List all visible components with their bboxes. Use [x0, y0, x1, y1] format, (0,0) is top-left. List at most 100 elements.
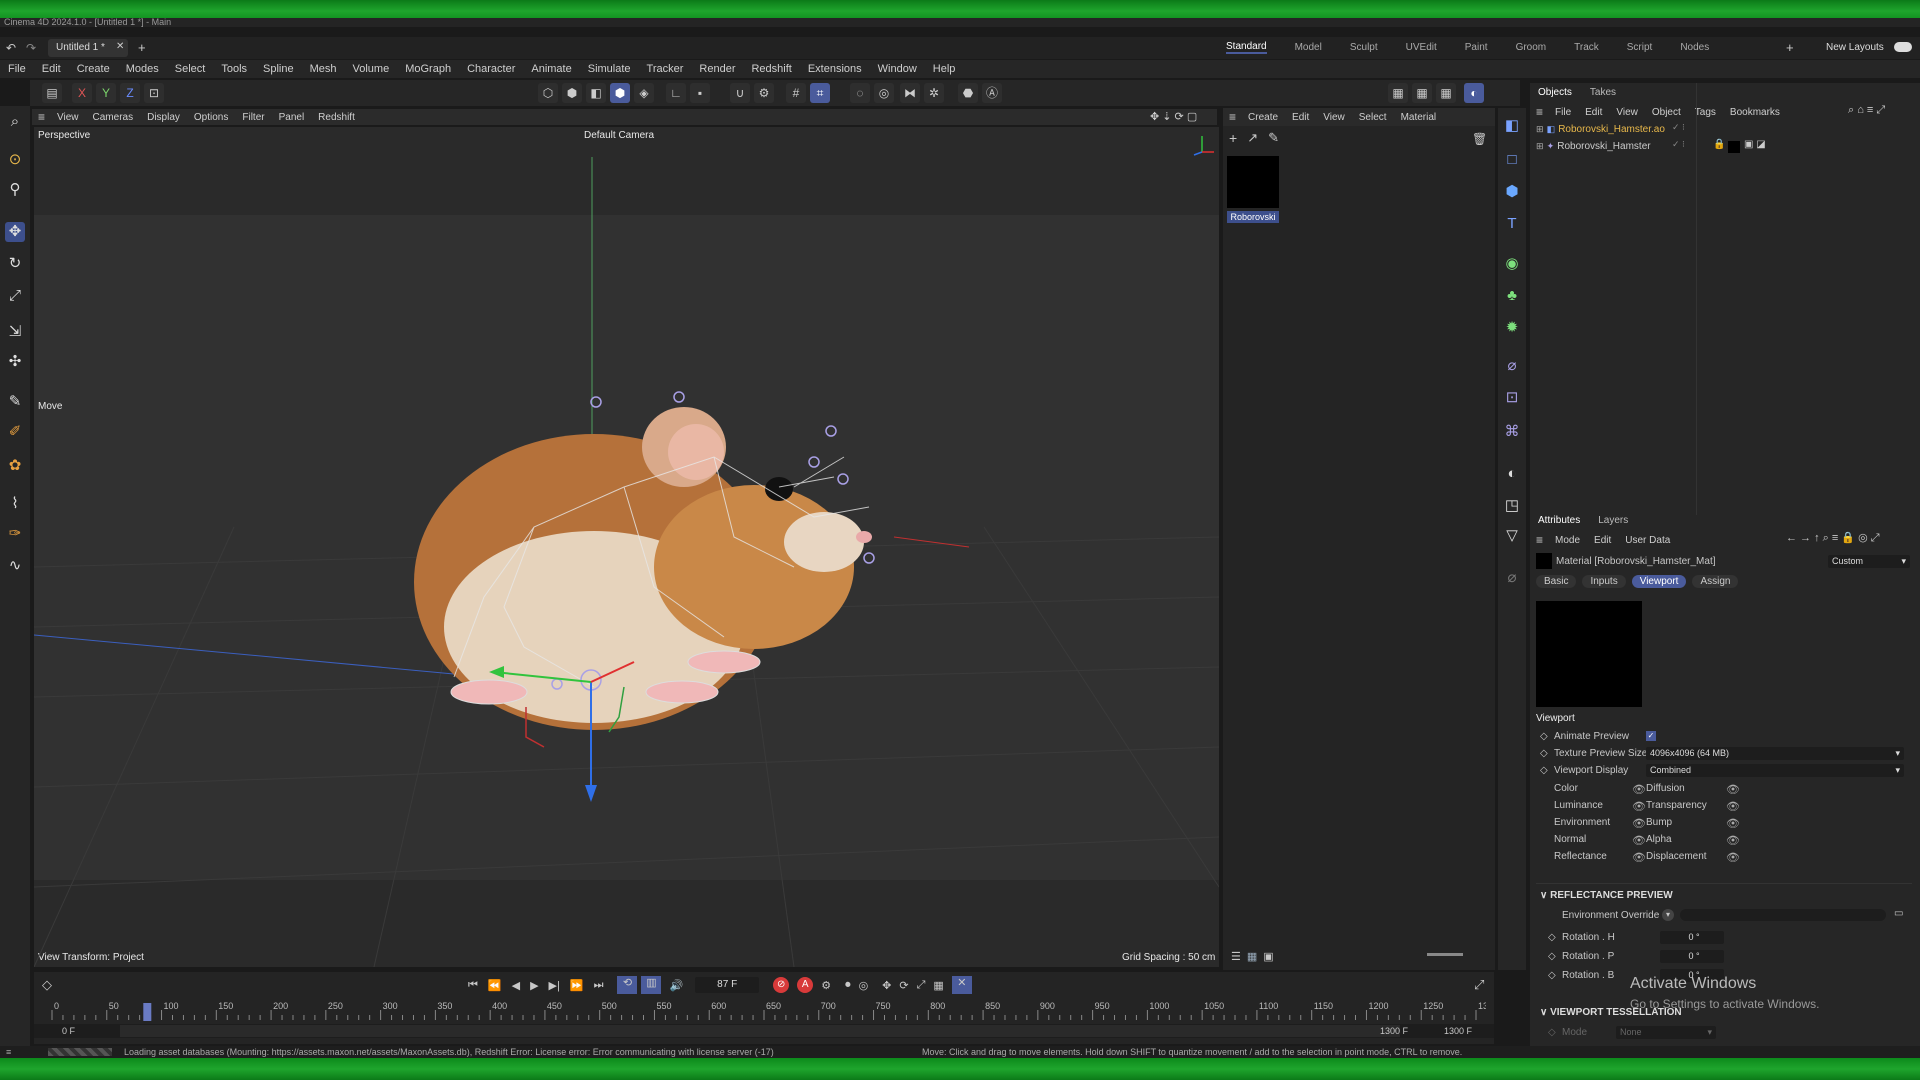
layout-toggle[interactable] — [1894, 42, 1912, 52]
viewport-3d[interactable]: Perspective Default Camera Move View Tra… — [34, 127, 1219, 967]
pla-key-icon[interactable]: ✕ — [951, 976, 972, 994]
folder-icon[interactable]: ▭ — [1894, 908, 1903, 919]
animate-preview-checkbox[interactable]: ✓ — [1646, 731, 1656, 741]
render-settings-icon[interactable]: ▦ — [1436, 83, 1456, 103]
viewport-menu-item-view[interactable]: View — [57, 112, 79, 123]
material-tag[interactable] — [1728, 141, 1740, 153]
model-mode-icon[interactable]: ⬢ — [610, 83, 630, 103]
object-row[interactable]: ⊞ ◧ Roborovski_Hamster.ao — [1536, 123, 1716, 137]
next-frame-icon[interactable]: ▶| — [549, 979, 560, 992]
layout-tab-nodes[interactable]: Nodes — [1680, 42, 1709, 53]
paint-icon[interactable]: ✿ — [5, 456, 25, 476]
snap-grid-icon[interactable]: # — [786, 83, 806, 103]
menu-item-tracker[interactable]: Tracker — [647, 63, 684, 75]
tool-settings-icon[interactable]: ✲ — [924, 83, 944, 103]
eye-icon[interactable]: 👁 — [1632, 800, 1646, 813]
new-tab-icon[interactable]: + — [138, 40, 146, 55]
solo-icon[interactable]: ◌ — [850, 83, 870, 103]
eye-icon[interactable]: 👁 — [1726, 851, 1740, 864]
attribute-menu-item-mode[interactable]: Mode — [1555, 535, 1580, 546]
close-tab-icon[interactable]: ✕ — [116, 41, 124, 52]
eye-icon[interactable]: 👁 — [1632, 817, 1646, 830]
object-menu-item-tags[interactable]: Tags — [1695, 107, 1716, 118]
prev-frame-icon[interactable]: ◀ — [512, 979, 520, 992]
render-picture-viewer-icon[interactable]: ▦ — [1412, 83, 1432, 103]
visibility-dots-icon[interactable]: ✓ ⁝ — [1672, 122, 1685, 133]
menu-item-redshift[interactable]: Redshift — [751, 63, 791, 75]
tab-takes[interactable]: Takes — [1590, 87, 1616, 98]
material-menu-item-view[interactable]: View — [1323, 112, 1345, 123]
position-key-icon[interactable]: ✥ — [882, 979, 891, 992]
sculpt-icon[interactable]: ∿ — [5, 556, 25, 576]
diamond-icon[interactable]: ◇ — [1548, 970, 1556, 981]
redshift-ipr-icon[interactable]: ◐ — [1464, 83, 1484, 103]
attribute-nav-icons[interactable]: ← → ↑ ⌕ ≡ 🔒 ◎ ⤢ — [1786, 531, 1880, 545]
render-region-icon[interactable]: ◎ — [874, 83, 894, 103]
object-manager-icon[interactable]: ◧ — [1502, 116, 1522, 136]
material-menu-item-material[interactable]: Material — [1401, 112, 1437, 123]
subtab-basic[interactable]: Basic — [1536, 575, 1577, 588]
environment-override-field[interactable] — [1680, 909, 1886, 921]
scene-icon[interactable]: ◐ — [1502, 464, 1522, 484]
y-axis-button[interactable]: Y — [96, 83, 116, 103]
range-slider[interactable] — [120, 1025, 1400, 1037]
tab-attributes[interactable]: Attributes — [1538, 515, 1580, 526]
diamond-icon[interactable]: ◇ — [1540, 748, 1548, 759]
mode-dropdown[interactable]: None ▾ — [1616, 1026, 1716, 1039]
layout-tab-standard[interactable]: Standard — [1226, 41, 1267, 54]
field-icon[interactable]: ⊡ — [1502, 388, 1522, 408]
viewport-menu-item-redshift[interactable]: Redshift — [318, 112, 355, 123]
move-tool-icon[interactable]: ✥ — [5, 222, 25, 242]
prev-key-icon[interactable]: ⏪ — [488, 979, 502, 992]
menu-item-volume[interactable]: Volume — [353, 63, 390, 75]
points-mode-icon[interactable]: ⬡ — [538, 83, 558, 103]
timeline-graph-icon[interactable]: ⤢ — [1474, 977, 1484, 993]
sound-icon[interactable]: 🔊 — [669, 979, 683, 992]
add-icon[interactable]: + — [1229, 130, 1237, 146]
hamburger-icon[interactable]: ≡ — [38, 110, 45, 124]
material-thumbnail[interactable] — [1227, 156, 1279, 208]
range-end-field[interactable]: 1300 F — [1444, 1026, 1472, 1036]
text-icon[interactable]: T — [1502, 214, 1522, 234]
attribute-menu-item-user-data[interactable]: User Data — [1625, 535, 1670, 546]
eye-icon[interactable]: 👁 — [1632, 851, 1646, 864]
play-icon[interactable]: ▶ — [530, 979, 538, 992]
playhead[interactable] — [143, 1003, 152, 1021]
autokey-icon[interactable]: A — [797, 977, 814, 993]
texture-tag-icon[interactable]: ▣ ◪ — [1744, 139, 1766, 150]
menu-item-simulate[interactable]: Simulate — [588, 63, 631, 75]
undo-icon[interactable]: ↶ — [6, 41, 16, 55]
hamburger-icon[interactable]: ≡ — [1536, 105, 1543, 119]
list-view-icon[interactable]: ☰ — [1231, 950, 1241, 963]
layout-tab-script[interactable]: Script — [1627, 42, 1653, 53]
subtab-assign[interactable]: Assign — [1692, 575, 1739, 588]
render-view-icon[interactable]: ▦ — [1388, 83, 1408, 103]
snap-settings-icon[interactable]: ⚙ — [754, 83, 774, 103]
timeline-ruler[interactable]: 0 50 100 150 200 250 300 350 400 450 500 550 600 650 7… — [42, 1001, 1498, 1022]
scale-key-icon[interactable]: ⤢ — [917, 979, 926, 992]
rotate-tool-icon[interactable]: ↻ — [5, 254, 25, 274]
search-icon[interactable]: ⌕ — [5, 112, 25, 132]
scale-tool-icon[interactable]: ⤢ — [5, 286, 25, 306]
keyframe-diamond-icon[interactable]: ◇ — [42, 977, 52, 993]
spline-icon[interactable]: ⌘ — [1502, 422, 1522, 442]
trash-icon[interactable]: 🗑 — [1472, 132, 1487, 146]
edges-mode-icon[interactable]: ⬢ — [562, 83, 582, 103]
object-menu-item-bookmarks[interactable]: Bookmarks — [1730, 107, 1780, 118]
new-layouts-button[interactable]: New Layouts — [1826, 42, 1884, 53]
viewport-menu-item-cameras[interactable]: Cameras — [93, 112, 134, 123]
pan-icon[interactable]: ✥ ⇣ ⟳ ▢ — [1150, 110, 1197, 123]
chevron-down-icon[interactable]: ▾ — [1662, 909, 1674, 921]
material-menu-item-select[interactable]: Select — [1359, 112, 1387, 123]
menu-icon[interactable]: ≡ — [6, 1046, 11, 1058]
live-select-icon[interactable]: ⚲ — [5, 180, 25, 200]
menu-item-file[interactable]: File — [8, 63, 26, 75]
axis-mode-icon[interactable]: ∟ — [666, 83, 686, 103]
diamond-icon[interactable]: ◇ — [1540, 731, 1548, 742]
expand-icon[interactable]: ⊞ — [1536, 124, 1544, 134]
tab-layers[interactable]: Layers — [1598, 515, 1628, 526]
viewport-display-dropdown[interactable]: Combined ▾ — [1646, 764, 1904, 777]
menu-item-select[interactable]: Select — [175, 63, 206, 75]
polygons-mode-icon[interactable]: ◧ — [586, 83, 606, 103]
layout-tab-paint[interactable]: Paint — [1465, 42, 1488, 53]
